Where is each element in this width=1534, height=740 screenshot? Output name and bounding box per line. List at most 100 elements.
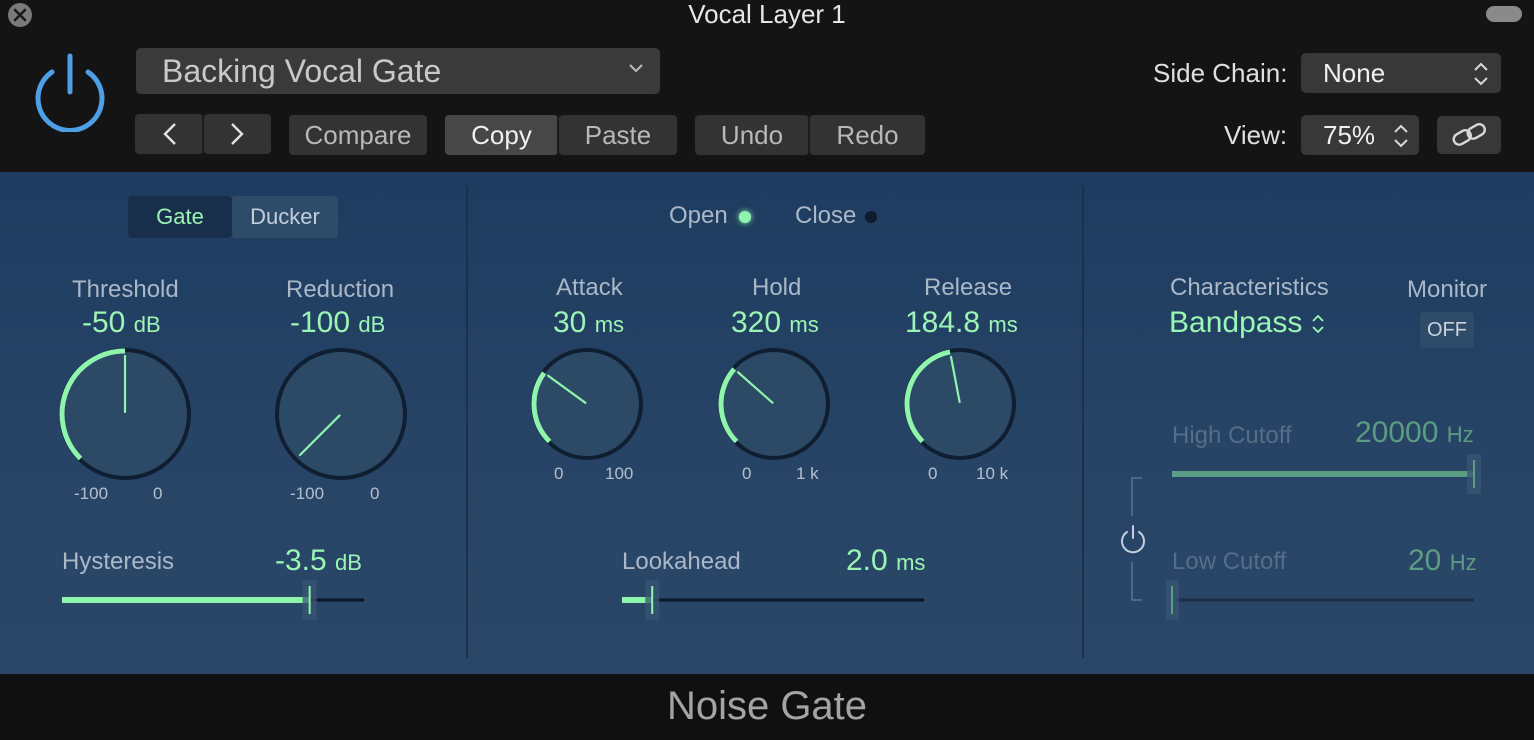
chevron-down-icon <box>629 64 643 73</box>
paste-button[interactable]: Paste <box>559 115 677 155</box>
characteristics-value: Bandpass <box>1169 306 1303 339</box>
attack-knob[interactable] <box>527 344 647 464</box>
threshold-knob[interactable] <box>55 344 195 484</box>
next-preset-button[interactable] <box>204 114 271 154</box>
close-icon <box>13 8 27 22</box>
copy-button[interactable]: Copy <box>445 115 558 155</box>
preset-menu[interactable]: Backing Vocal Gate <box>136 48 660 94</box>
knob-face <box>279 352 403 476</box>
mode-ducker-button[interactable]: Ducker <box>232 196 338 238</box>
characteristics-menu[interactable]: Bandpass <box>1169 306 1325 340</box>
window-title: Vocal Layer 1 <box>688 0 846 29</box>
compare-button[interactable]: Compare <box>289 115 427 155</box>
plugin-footer: Noise Gate <box>0 674 1534 740</box>
reduction-value[interactable]: -100 dB <box>290 306 385 340</box>
low-cutoff-value: 20 Hz <box>1408 544 1477 578</box>
threshold-value[interactable]: -50 dB <box>82 306 161 340</box>
section-divider <box>1082 186 1084 658</box>
hysteresis-number: -3.5 <box>275 544 327 577</box>
power-icon <box>35 53 105 133</box>
reduction-label: Reduction <box>286 276 395 303</box>
bypass-power-button[interactable] <box>30 50 110 133</box>
release-min-label: 0 <box>928 464 938 483</box>
threshold-min-label: -100 <box>74 484 109 503</box>
view-size-menu[interactable]: 75% <box>1301 115 1419 155</box>
threshold-label: Threshold <box>72 276 179 303</box>
lookahead-number: 2.0 <box>846 544 888 577</box>
section-divider <box>466 186 468 658</box>
mode-gate-button[interactable]: Gate <box>128 196 232 238</box>
hold-number: 320 <box>731 306 782 339</box>
threshold-max-label: 0 <box>153 484 163 503</box>
lookahead-slider[interactable] <box>616 574 932 626</box>
release-number: 184.8 <box>905 306 981 339</box>
attack-value[interactable]: 30 ms <box>553 306 624 340</box>
previous-preset-button[interactable] <box>135 114 203 154</box>
link-icon <box>1452 122 1486 146</box>
reduction-knob[interactable] <box>271 344 411 484</box>
high-cutoff-value: 20000 Hz <box>1355 416 1474 450</box>
high-cutoff-label: High Cutoff <box>1172 422 1292 449</box>
threshold-unit: dB <box>133 312 161 337</box>
reduction-min-label: -100 <box>290 484 325 503</box>
threshold-number: -50 <box>82 306 126 339</box>
up-down-arrows-icon <box>1394 124 1408 148</box>
low-cutoff-unit: Hz <box>1449 550 1477 575</box>
redo-button[interactable]: Redo <box>810 115 925 155</box>
side-chain-menu[interactable]: None <box>1301 53 1501 93</box>
close-indicator-label: Close <box>795 202 857 229</box>
open-indicator-label: Open <box>669 202 728 229</box>
low-cutoff-number: 20 <box>1408 544 1442 577</box>
characteristics-label: Characteristics <box>1170 274 1329 301</box>
monitor-toggle[interactable]: OFF <box>1420 312 1474 348</box>
lookahead-unit: ms <box>896 550 926 575</box>
reduction-unit: dB <box>358 312 386 337</box>
reduction-number: -100 <box>290 306 351 339</box>
release-value[interactable]: 184.8 ms <box>905 306 1018 340</box>
attack-number: 30 <box>553 306 587 339</box>
plugin-header: Vocal Layer 1 Backing Vocal Gate Compare… <box>0 0 1534 172</box>
hold-knob[interactable] <box>714 344 834 464</box>
attack-min-label: 0 <box>554 464 564 483</box>
plugin-name: Noise Gate <box>666 684 868 728</box>
lookahead-value: 2.0 ms <box>846 544 925 578</box>
hysteresis-unit: dB <box>335 550 362 575</box>
release-label: Release <box>924 274 1013 301</box>
undo-button[interactable]: Undo <box>695 115 809 155</box>
release-max-label: 10 k <box>976 464 1009 483</box>
hold-min-label: 0 <box>742 464 752 483</box>
attack-max-label: 100 <box>605 464 634 483</box>
hysteresis-value: -3.5 dB <box>275 544 362 578</box>
chevron-left-icon <box>163 123 176 145</box>
monitor-label: Monitor <box>1407 276 1488 303</box>
close-window-button[interactable] <box>8 3 32 27</box>
low-cutoff-label: Low Cutoff <box>1172 548 1287 575</box>
hysteresis-slider[interactable] <box>56 574 372 626</box>
hold-max-label: 1 k <box>796 464 819 483</box>
window-collapse-button[interactable] <box>1486 6 1522 22</box>
open-indicator-led <box>739 211 751 223</box>
release-knob[interactable] <box>900 344 1020 464</box>
attack-label: Attack <box>556 274 623 301</box>
plugin-panel: Gate Ducker Threshold -50 dB -100 0 Redu… <box>0 172 1534 674</box>
filter-enable-power-icon[interactable] <box>1119 524 1147 554</box>
attack-unit: ms <box>594 312 625 337</box>
hold-label: Hold <box>752 274 802 301</box>
lookahead-label: Lookahead <box>622 548 741 575</box>
close-indicator-led <box>865 211 877 223</box>
up-down-arrows-icon <box>1312 314 1324 334</box>
high-cutoff-slider[interactable] <box>1166 448 1482 500</box>
low-cutoff-slider[interactable] <box>1166 574 1482 626</box>
mode-selector: Gate Ducker <box>128 196 338 238</box>
view-size-value: 75% <box>1323 120 1376 150</box>
high-cutoff-number: 20000 <box>1355 416 1439 449</box>
hold-unit: ms <box>789 312 819 337</box>
hysteresis-label: Hysteresis <box>62 548 175 575</box>
up-down-arrows-icon <box>1474 62 1488 86</box>
side-chain-label: Side Chain: <box>1153 58 1288 88</box>
hold-value[interactable]: 320 ms <box>731 306 819 340</box>
release-unit: ms <box>988 312 1018 337</box>
high-cutoff-unit: Hz <box>1446 422 1474 447</box>
link-button[interactable] <box>1437 116 1501 154</box>
reduction-max-label: 0 <box>370 484 380 503</box>
